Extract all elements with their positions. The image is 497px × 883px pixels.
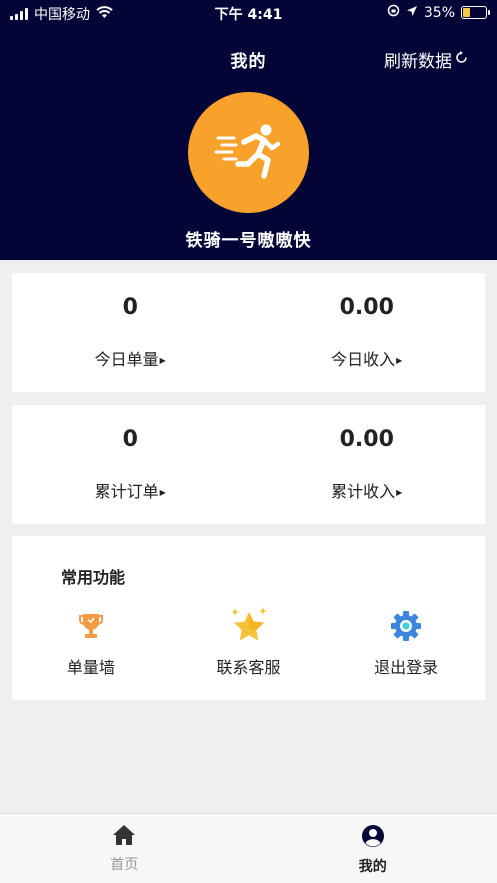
battery-percent: 35%: [423, 4, 455, 21]
today-orders-label: 今日单量: [94, 350, 159, 369]
common-functions-card: 常用功能 单量墙 联系客服 退出登录: [12, 536, 485, 700]
order-wall-label: 单量墙: [66, 658, 115, 677]
total-income-value: 0.00: [339, 427, 394, 452]
triangle-right-icon: ▶: [159, 488, 166, 497]
today-income-cell[interactable]: 0.00 今日收入▶: [249, 273, 486, 392]
total-orders-value: 0: [122, 427, 138, 452]
status-bar: 中国移动 下午 4:41 35%: [0, 0, 497, 26]
today-orders-cell[interactable]: 0 今日单量▶: [12, 273, 249, 392]
logout-label: 退出登录: [374, 658, 439, 677]
avatar[interactable]: [188, 92, 309, 213]
total-orders-label: 累计订单: [94, 482, 159, 501]
triangle-right-icon: ▶: [396, 356, 403, 365]
app-root: 中国移动 下午 4:41 35% 我的 刷新数据 铁骑一号嗷嗷快 0 今日单量▶…: [0, 0, 497, 883]
bottom-tab-bar: 首页 我的: [0, 813, 497, 883]
total-stats-card: 0 累计订单▶ 0.00 累计收入▶: [12, 405, 485, 524]
today-income-label: 今日收入: [331, 350, 396, 369]
refresh-data-button[interactable]: 刷新数据: [384, 47, 469, 72]
battery-icon: [461, 6, 490, 19]
tab-mine-label: 我的: [358, 859, 387, 875]
user-circle-icon: [249, 824, 497, 852]
running-man-icon: [214, 120, 284, 186]
tab-home-label: 首页: [110, 857, 139, 873]
username: 铁骑一号嗷嗷快: [185, 231, 312, 251]
refresh-label: 刷新数据: [384, 52, 452, 72]
home-icon: [0, 824, 249, 850]
star-icon: [170, 606, 328, 646]
tab-home[interactable]: 首页: [0, 814, 249, 883]
location-arrow-icon: [406, 5, 418, 21]
today-income-value: 0.00: [339, 295, 394, 320]
today-stats-card: 0 今日单量▶ 0.00 今日收入▶: [12, 273, 485, 392]
functions-title: 常用功能: [61, 568, 126, 587]
refresh-icon: [454, 50, 469, 70]
total-income-label: 累计收入: [331, 482, 396, 501]
tab-mine[interactable]: 我的: [249, 814, 497, 883]
triangle-right-icon: ▶: [396, 488, 403, 497]
triangle-right-icon: ▶: [159, 356, 166, 365]
total-income-cell[interactable]: 0.00 累计收入▶: [249, 405, 486, 524]
order-wall-button[interactable]: 单量墙: [12, 606, 170, 678]
today-orders-value: 0: [122, 295, 138, 320]
contact-service-button[interactable]: 联系客服: [170, 606, 328, 678]
logout-button[interactable]: 退出登录: [327, 606, 485, 678]
total-orders-cell[interactable]: 0 累计订单▶: [12, 405, 249, 524]
rotation-lock-icon: [387, 4, 400, 21]
gear-icon: [327, 606, 485, 646]
trophy-icon: [12, 606, 170, 646]
profile-header: 中国移动 下午 4:41 35% 我的 刷新数据 铁骑一号嗷嗷快: [0, 0, 497, 260]
contact-service-label: 联系客服: [216, 658, 281, 677]
